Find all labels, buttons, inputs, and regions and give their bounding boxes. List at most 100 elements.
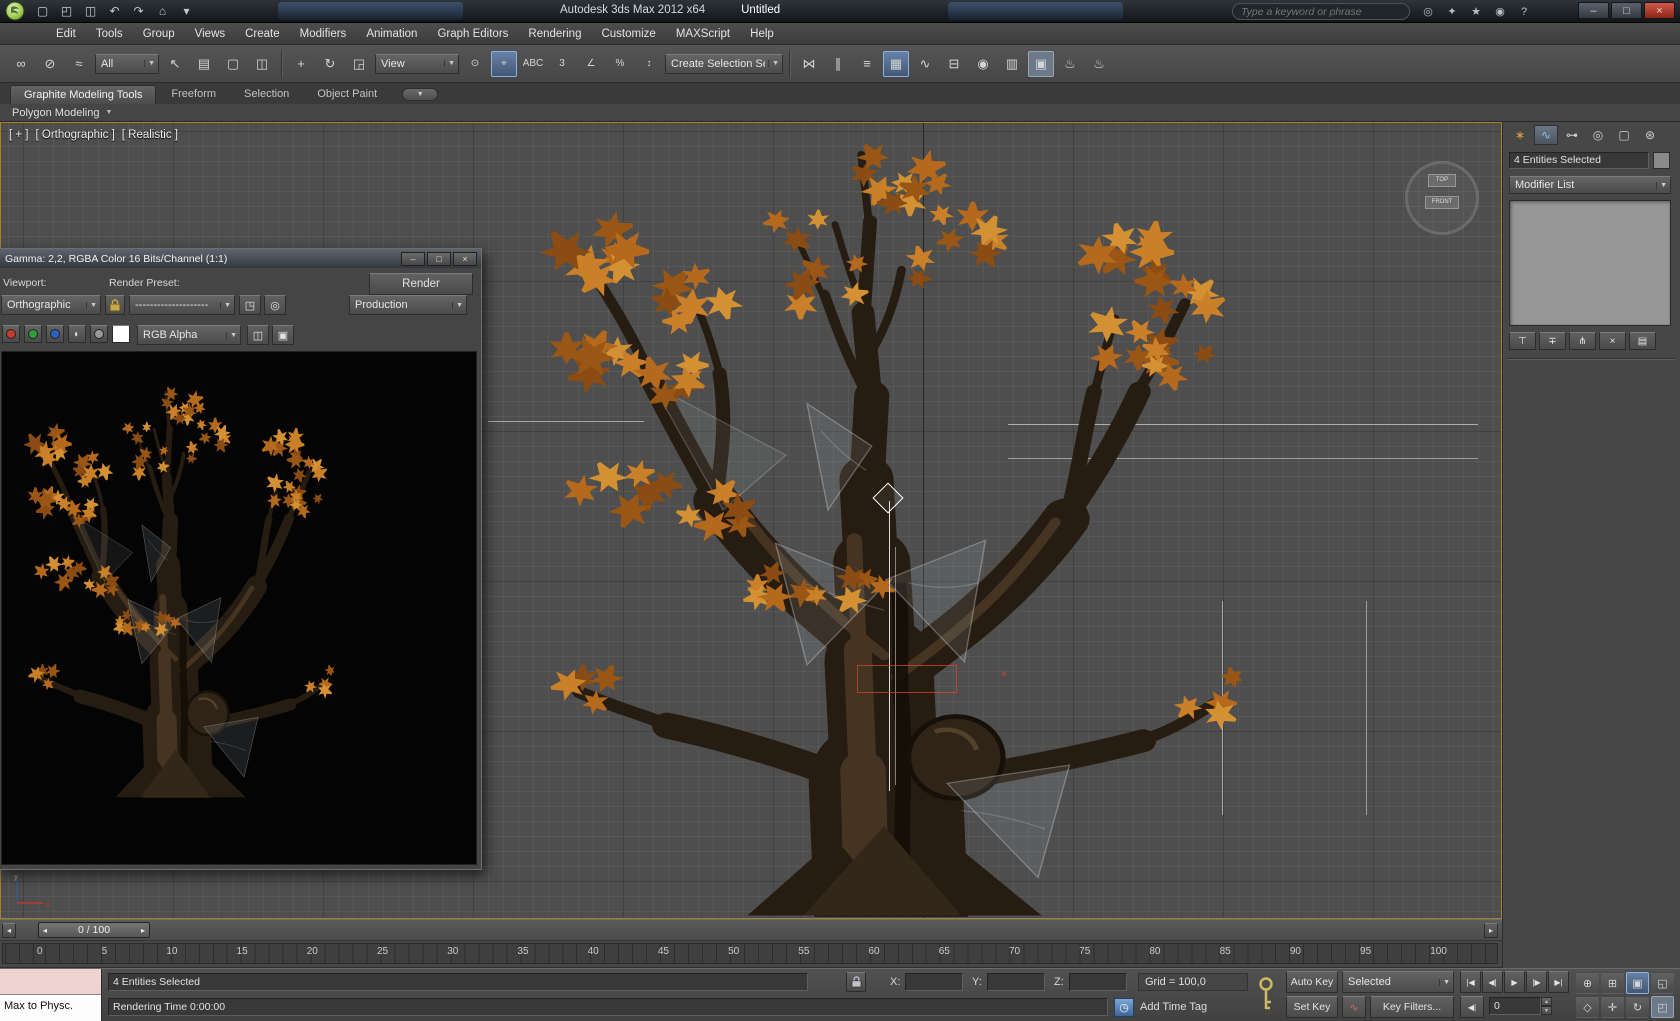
monochrome-channel-button[interactable]: ◐ bbox=[68, 325, 86, 343]
rfw-lock-button[interactable] bbox=[105, 295, 125, 315]
select-and-move-icon[interactable]: + bbox=[288, 51, 314, 77]
rfw-title-bar[interactable]: Gamma: 2,2, RGBA Color 16 Bits/Channel (… bbox=[0, 249, 481, 268]
viewport-menu-shading[interactable]: [ Realistic ] bbox=[122, 129, 178, 141]
zoom-all-icon[interactable]: ⊞ bbox=[1601, 972, 1624, 994]
favorites-icon[interactable]: ★ bbox=[1466, 3, 1486, 20]
previous-frame-button[interactable]: ◀| bbox=[1482, 971, 1503, 993]
make-unique-button[interactable]: ⋔ bbox=[1569, 332, 1596, 350]
select-and-link-icon[interactable]: ∞ bbox=[8, 51, 34, 77]
zoom-region-icon[interactable]: ◱ bbox=[1651, 972, 1674, 994]
rendered-frame-window[interactable]: Gamma: 2,2, RGBA Color 16 Bits/Channel (… bbox=[0, 248, 482, 870]
close-button[interactable]: × bbox=[1644, 2, 1675, 19]
viewcube-front-face[interactable]: FRONT bbox=[1425, 196, 1459, 209]
selection-region-icon[interactable]: ▢ bbox=[220, 51, 246, 77]
orbit-icon[interactable]: ↻ bbox=[1626, 996, 1649, 1018]
z-coordinate-field[interactable] bbox=[1069, 973, 1127, 991]
time-slider[interactable]: ◂ 0 / 100 ▸ bbox=[38, 922, 150, 938]
selection-filter-dropdown[interactable]: All▼ bbox=[95, 54, 159, 74]
time-forward-button[interactable]: ▸ bbox=[1484, 923, 1498, 938]
spinner-up-icon[interactable]: ▲ bbox=[1541, 997, 1552, 1006]
help-icon[interactable]: ? bbox=[1514, 3, 1534, 20]
object-color-swatch[interactable] bbox=[1653, 152, 1670, 169]
select-and-rotate-icon[interactable]: ↻ bbox=[317, 51, 343, 77]
viewcube-top-face[interactable]: TOP bbox=[1428, 174, 1456, 187]
selected-set-dropdown[interactable]: Selected▼ bbox=[1342, 971, 1454, 993]
rfw-viewport-dropdown[interactable]: Orthographic▼ bbox=[1, 295, 101, 315]
maximize-button[interactable]: □ bbox=[1611, 2, 1642, 19]
current-frame-spinner[interactable]: 0 ▲▼ bbox=[1489, 997, 1552, 1015]
macro-recorder-row[interactable] bbox=[0, 969, 101, 995]
render-iterative-icon[interactable]: ♨ bbox=[1086, 51, 1112, 77]
play-button[interactable]: ▶ bbox=[1504, 971, 1525, 993]
hierarchy-tab-icon[interactable]: ⊶ bbox=[1560, 125, 1584, 145]
object-name-field[interactable]: 4 Entities Selected bbox=[1509, 152, 1649, 169]
search-input[interactable] bbox=[1232, 3, 1410, 20]
auto-key-button[interactable]: Auto Key bbox=[1286, 971, 1338, 993]
viewport-menu-general[interactable]: [ + ] bbox=[9, 129, 29, 141]
show-end-result-button[interactable]: ∓ bbox=[1539, 332, 1566, 350]
tab-freeform[interactable]: Freeform bbox=[158, 85, 229, 104]
material-editor-icon[interactable]: ◉ bbox=[970, 51, 996, 77]
render-production-icon[interactable]: ♨ bbox=[1057, 51, 1083, 77]
spinner-snap-icon[interactable]: ↕ bbox=[636, 51, 662, 77]
time-tag-icon[interactable]: ◷ bbox=[1114, 998, 1134, 1017]
undo-icon[interactable]: ↶ bbox=[104, 2, 125, 20]
ribbon-minimize-toggle[interactable]: ▼ bbox=[402, 88, 438, 101]
project-folder-icon[interactable]: ⌂ bbox=[152, 2, 173, 20]
clone-rendered-frame-icon[interactable]: ◫ bbox=[247, 325, 269, 345]
percent-snap-icon[interactable]: % bbox=[607, 51, 633, 77]
modify-tab-icon[interactable]: ∿ bbox=[1534, 125, 1558, 145]
tab-selection[interactable]: Selection bbox=[231, 85, 302, 104]
previous-key-button[interactable]: ◀| bbox=[1460, 996, 1484, 1018]
search-help-icon[interactable]: ◎ bbox=[1418, 3, 1438, 20]
curve-editor-icon[interactable]: ∿ bbox=[912, 51, 938, 77]
menu-tools[interactable]: Tools bbox=[86, 25, 133, 43]
menu-customize[interactable]: Customize bbox=[591, 25, 665, 43]
menu-help[interactable]: Help bbox=[740, 25, 784, 43]
pin-stack-button[interactable]: ⊤ bbox=[1509, 332, 1536, 350]
align-icon[interactable]: ∥ bbox=[825, 51, 851, 77]
menu-rendering[interactable]: Rendering bbox=[518, 25, 591, 43]
menu-views[interactable]: Views bbox=[185, 25, 235, 43]
select-and-scale-icon[interactable]: ◲ bbox=[346, 51, 372, 77]
modifier-list-dropdown[interactable]: Modifier List▼ bbox=[1509, 176, 1671, 194]
render-button[interactable]: Render bbox=[369, 273, 473, 295]
default-tangent-icon[interactable]: ∿ bbox=[1342, 996, 1366, 1018]
current-frame-value[interactable]: 0 bbox=[1489, 997, 1541, 1015]
unlink-selection-icon[interactable]: ⊘ bbox=[37, 51, 63, 77]
spinner-down-icon[interactable]: ▼ bbox=[1541, 1006, 1552, 1015]
keyboard-shortcut-override-icon[interactable]: ABC bbox=[520, 51, 546, 77]
remove-modifier-button[interactable]: × bbox=[1599, 332, 1626, 350]
rfw-preset-dropdown[interactable]: --------------------▼ bbox=[129, 295, 235, 315]
previous-key-icon[interactable]: ◂ bbox=[43, 926, 47, 935]
rfw-production-dropdown[interactable]: Production▼ bbox=[349, 295, 467, 315]
key-icon[interactable] bbox=[1258, 976, 1274, 1014]
maximize-viewport-toggle-icon[interactable]: ◰ bbox=[1651, 996, 1674, 1018]
use-pivot-center-icon[interactable]: ⊙ bbox=[462, 51, 488, 77]
menu-maxscript[interactable]: MAXScript bbox=[666, 25, 740, 43]
green-channel-button[interactable] bbox=[24, 325, 42, 343]
reference-coordinate-dropdown[interactable]: View▼ bbox=[375, 54, 459, 74]
modifier-stack[interactable] bbox=[1509, 200, 1671, 326]
communication-center-icon[interactable]: ◉ bbox=[1490, 3, 1510, 20]
blue-channel-button[interactable] bbox=[46, 325, 64, 343]
rendered-image[interactable] bbox=[1, 351, 477, 865]
utilities-tab-icon[interactable]: ⊛ bbox=[1638, 125, 1662, 145]
zoom-extents-icon[interactable]: ▣ bbox=[1626, 972, 1649, 994]
x-coordinate-field[interactable] bbox=[905, 973, 963, 991]
save-image-icon[interactable]: ◳ bbox=[239, 295, 261, 315]
display-tab-icon[interactable]: ▢ bbox=[1612, 125, 1636, 145]
menu-graph-editors[interactable]: Graph Editors bbox=[427, 25, 518, 43]
time-back-button[interactable]: ◂ bbox=[2, 923, 16, 938]
bind-to-space-warp-icon[interactable]: ≈ bbox=[66, 51, 92, 77]
select-and-manipulate-icon[interactable]: ⌖ bbox=[491, 51, 517, 77]
qat-customize-icon[interactable]: ▾ bbox=[176, 2, 197, 20]
rfw-minimize-button[interactable]: – bbox=[401, 252, 425, 266]
tab-graphite-modeling-tools[interactable]: Graphite Modeling Tools bbox=[10, 85, 156, 104]
tab-object-paint[interactable]: Object Paint bbox=[304, 85, 390, 104]
app-logo-icon[interactable] bbox=[4, 1, 26, 21]
polygon-modeling-bar[interactable]: Polygon Modeling ▼ bbox=[0, 104, 1680, 122]
maxscript-mini-listener[interactable]: Max to Physc. bbox=[0, 969, 102, 1021]
snaps-toggle-icon[interactable]: 3 bbox=[549, 51, 575, 77]
rendered-frame-window-icon[interactable]: ▣ bbox=[1028, 51, 1054, 77]
